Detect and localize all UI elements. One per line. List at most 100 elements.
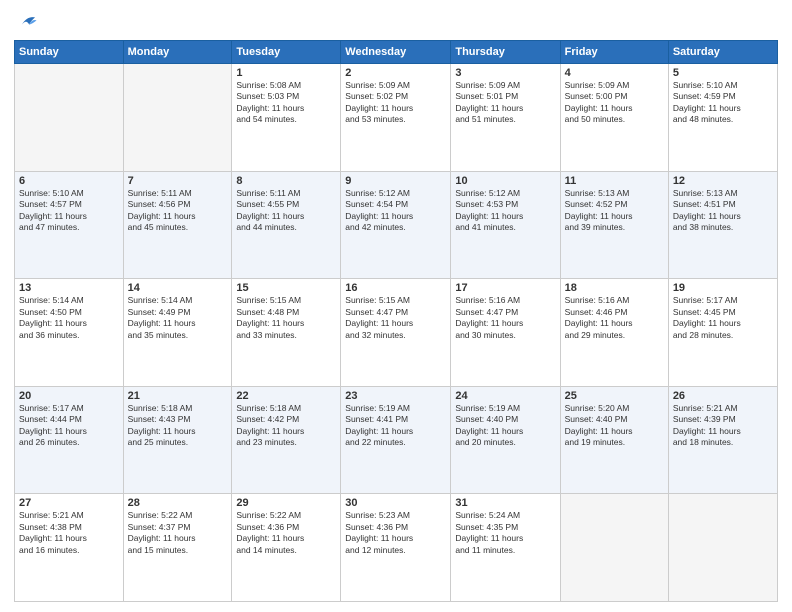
day-number: 27 [19, 497, 119, 509]
day-detail: Sunrise: 5:20 AM Sunset: 4:40 PM Dayligh… [565, 403, 664, 449]
calendar-day: 12Sunrise: 5:13 AM Sunset: 4:51 PM Dayli… [668, 171, 777, 279]
day-detail: Sunrise: 5:23 AM Sunset: 4:36 PM Dayligh… [345, 510, 446, 556]
day-number: 5 [673, 67, 773, 79]
day-detail: Sunrise: 5:17 AM Sunset: 4:45 PM Dayligh… [673, 295, 773, 341]
day-number: 24 [455, 390, 555, 402]
day-detail: Sunrise: 5:09 AM Sunset: 5:01 PM Dayligh… [455, 80, 555, 126]
day-number: 10 [455, 175, 555, 187]
calendar-day [123, 64, 232, 172]
day-number: 29 [236, 497, 336, 509]
calendar-header-wednesday: Wednesday [341, 41, 451, 64]
day-detail: Sunrise: 5:19 AM Sunset: 4:40 PM Dayligh… [455, 403, 555, 449]
day-detail: Sunrise: 5:13 AM Sunset: 4:51 PM Dayligh… [673, 188, 773, 234]
calendar-day: 16Sunrise: 5:15 AM Sunset: 4:47 PM Dayli… [341, 279, 451, 387]
calendar-day [560, 494, 668, 602]
day-number: 7 [128, 175, 228, 187]
day-detail: Sunrise: 5:12 AM Sunset: 4:53 PM Dayligh… [455, 188, 555, 234]
calendar-day: 19Sunrise: 5:17 AM Sunset: 4:45 PM Dayli… [668, 279, 777, 387]
calendar-day: 14Sunrise: 5:14 AM Sunset: 4:49 PM Dayli… [123, 279, 232, 387]
calendar-day: 30Sunrise: 5:23 AM Sunset: 4:36 PM Dayli… [341, 494, 451, 602]
day-detail: Sunrise: 5:22 AM Sunset: 4:37 PM Dayligh… [128, 510, 228, 556]
day-number: 14 [128, 282, 228, 294]
day-number: 31 [455, 497, 555, 509]
calendar-day: 6Sunrise: 5:10 AM Sunset: 4:57 PM Daylig… [15, 171, 124, 279]
calendar-day: 15Sunrise: 5:15 AM Sunset: 4:48 PM Dayli… [232, 279, 341, 387]
calendar-day: 28Sunrise: 5:22 AM Sunset: 4:37 PM Dayli… [123, 494, 232, 602]
day-number: 1 [236, 67, 336, 79]
day-number: 28 [128, 497, 228, 509]
calendar-day: 10Sunrise: 5:12 AM Sunset: 4:53 PM Dayli… [451, 171, 560, 279]
calendar-week-4: 20Sunrise: 5:17 AM Sunset: 4:44 PM Dayli… [15, 386, 778, 494]
calendar-table: SundayMondayTuesdayWednesdayThursdayFrid… [14, 40, 778, 602]
calendar-day: 31Sunrise: 5:24 AM Sunset: 4:35 PM Dayli… [451, 494, 560, 602]
calendar-day: 22Sunrise: 5:18 AM Sunset: 4:42 PM Dayli… [232, 386, 341, 494]
day-number: 9 [345, 175, 446, 187]
day-detail: Sunrise: 5:15 AM Sunset: 4:47 PM Dayligh… [345, 295, 446, 341]
calendar-day: 26Sunrise: 5:21 AM Sunset: 4:39 PM Dayli… [668, 386, 777, 494]
day-detail: Sunrise: 5:10 AM Sunset: 4:59 PM Dayligh… [673, 80, 773, 126]
day-number: 17 [455, 282, 555, 294]
day-number: 4 [565, 67, 664, 79]
calendar-header-tuesday: Tuesday [232, 41, 341, 64]
calendar-day: 18Sunrise: 5:16 AM Sunset: 4:46 PM Dayli… [560, 279, 668, 387]
day-detail: Sunrise: 5:22 AM Sunset: 4:36 PM Dayligh… [236, 510, 336, 556]
calendar-day: 7Sunrise: 5:11 AM Sunset: 4:56 PM Daylig… [123, 171, 232, 279]
day-detail: Sunrise: 5:09 AM Sunset: 5:00 PM Dayligh… [565, 80, 664, 126]
day-detail: Sunrise: 5:17 AM Sunset: 4:44 PM Dayligh… [19, 403, 119, 449]
day-detail: Sunrise: 5:13 AM Sunset: 4:52 PM Dayligh… [565, 188, 664, 234]
calendar-header-friday: Friday [560, 41, 668, 64]
calendar-header-sunday: Sunday [15, 41, 124, 64]
logo-bird-icon [16, 10, 38, 32]
day-number: 23 [345, 390, 446, 402]
day-detail: Sunrise: 5:14 AM Sunset: 4:50 PM Dayligh… [19, 295, 119, 341]
day-detail: Sunrise: 5:08 AM Sunset: 5:03 PM Dayligh… [236, 80, 336, 126]
day-detail: Sunrise: 5:19 AM Sunset: 4:41 PM Dayligh… [345, 403, 446, 449]
logo [14, 10, 38, 32]
day-number: 6 [19, 175, 119, 187]
calendar-week-5: 27Sunrise: 5:21 AM Sunset: 4:38 PM Dayli… [15, 494, 778, 602]
day-detail: Sunrise: 5:16 AM Sunset: 4:46 PM Dayligh… [565, 295, 664, 341]
calendar-day [15, 64, 124, 172]
header [14, 10, 778, 32]
calendar-day: 25Sunrise: 5:20 AM Sunset: 4:40 PM Dayli… [560, 386, 668, 494]
day-detail: Sunrise: 5:11 AM Sunset: 4:55 PM Dayligh… [236, 188, 336, 234]
day-number: 13 [19, 282, 119, 294]
day-detail: Sunrise: 5:12 AM Sunset: 4:54 PM Dayligh… [345, 188, 446, 234]
calendar-header-thursday: Thursday [451, 41, 560, 64]
day-number: 19 [673, 282, 773, 294]
day-number: 16 [345, 282, 446, 294]
calendar-day: 2Sunrise: 5:09 AM Sunset: 5:02 PM Daylig… [341, 64, 451, 172]
day-detail: Sunrise: 5:09 AM Sunset: 5:02 PM Dayligh… [345, 80, 446, 126]
calendar-day: 11Sunrise: 5:13 AM Sunset: 4:52 PM Dayli… [560, 171, 668, 279]
day-detail: Sunrise: 5:18 AM Sunset: 4:42 PM Dayligh… [236, 403, 336, 449]
day-detail: Sunrise: 5:24 AM Sunset: 4:35 PM Dayligh… [455, 510, 555, 556]
day-detail: Sunrise: 5:18 AM Sunset: 4:43 PM Dayligh… [128, 403, 228, 449]
day-number: 8 [236, 175, 336, 187]
calendar-day: 17Sunrise: 5:16 AM Sunset: 4:47 PM Dayli… [451, 279, 560, 387]
day-detail: Sunrise: 5:14 AM Sunset: 4:49 PM Dayligh… [128, 295, 228, 341]
day-number: 3 [455, 67, 555, 79]
day-number: 11 [565, 175, 664, 187]
calendar-day: 27Sunrise: 5:21 AM Sunset: 4:38 PM Dayli… [15, 494, 124, 602]
day-detail: Sunrise: 5:11 AM Sunset: 4:56 PM Dayligh… [128, 188, 228, 234]
calendar-day: 20Sunrise: 5:17 AM Sunset: 4:44 PM Dayli… [15, 386, 124, 494]
calendar-day: 21Sunrise: 5:18 AM Sunset: 4:43 PM Dayli… [123, 386, 232, 494]
calendar-header-monday: Monday [123, 41, 232, 64]
day-detail: Sunrise: 5:15 AM Sunset: 4:48 PM Dayligh… [236, 295, 336, 341]
day-number: 25 [565, 390, 664, 402]
calendar-week-3: 13Sunrise: 5:14 AM Sunset: 4:50 PM Dayli… [15, 279, 778, 387]
day-detail: Sunrise: 5:10 AM Sunset: 4:57 PM Dayligh… [19, 188, 119, 234]
calendar-day: 4Sunrise: 5:09 AM Sunset: 5:00 PM Daylig… [560, 64, 668, 172]
calendar-day: 5Sunrise: 5:10 AM Sunset: 4:59 PM Daylig… [668, 64, 777, 172]
day-detail: Sunrise: 5:16 AM Sunset: 4:47 PM Dayligh… [455, 295, 555, 341]
calendar-day: 1Sunrise: 5:08 AM Sunset: 5:03 PM Daylig… [232, 64, 341, 172]
day-number: 18 [565, 282, 664, 294]
calendar-day: 24Sunrise: 5:19 AM Sunset: 4:40 PM Dayli… [451, 386, 560, 494]
logo-text [14, 10, 38, 32]
calendar-day: 13Sunrise: 5:14 AM Sunset: 4:50 PM Dayli… [15, 279, 124, 387]
day-number: 15 [236, 282, 336, 294]
calendar-day: 29Sunrise: 5:22 AM Sunset: 4:36 PM Dayli… [232, 494, 341, 602]
day-number: 21 [128, 390, 228, 402]
calendar-day [668, 494, 777, 602]
calendar-day: 3Sunrise: 5:09 AM Sunset: 5:01 PM Daylig… [451, 64, 560, 172]
